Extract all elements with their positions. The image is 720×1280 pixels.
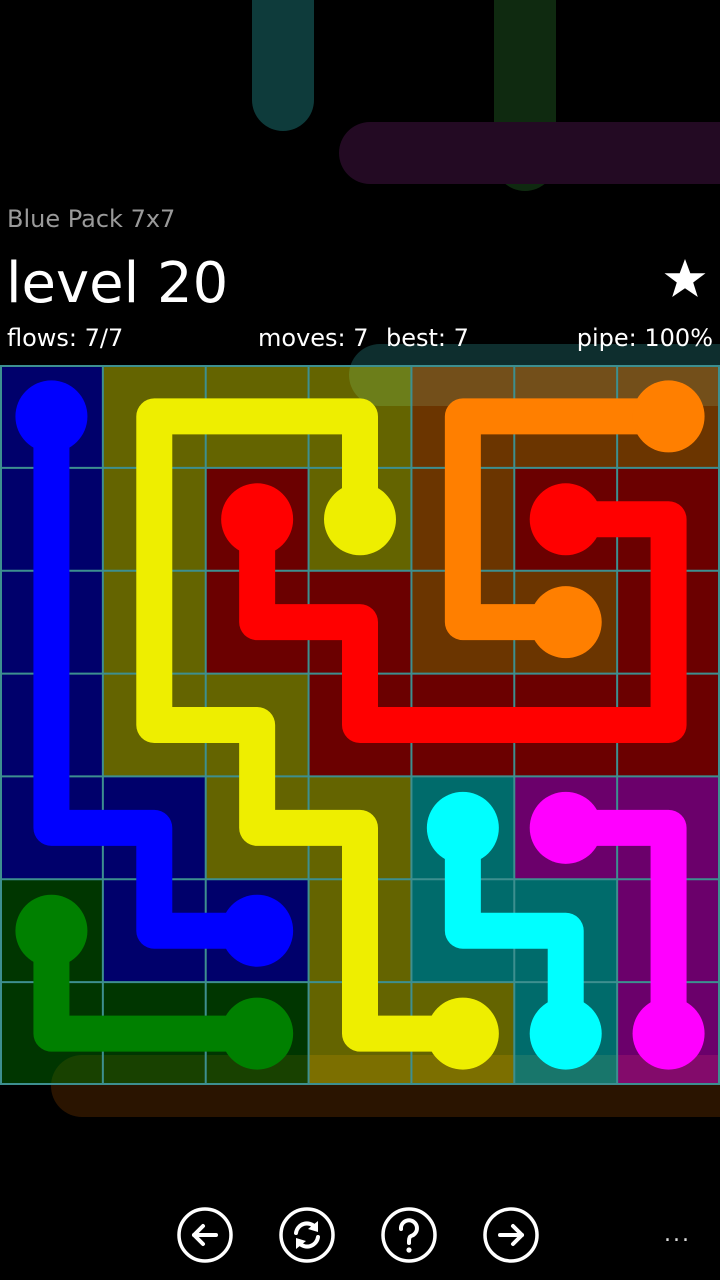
hint-button[interactable] <box>380 1206 438 1264</box>
yellow-dot[interactable] <box>426 997 499 1070</box>
restart-button[interactable] <box>278 1206 336 1264</box>
best-counter: best: 7 <box>386 324 469 352</box>
arrow-left-icon <box>192 1224 218 1246</box>
orange-dot[interactable] <box>529 586 602 659</box>
orange-dot[interactable] <box>632 380 705 453</box>
red-dot[interactable] <box>529 483 602 556</box>
moves-counter: moves: 7 <box>258 324 369 352</box>
cyan-dot[interactable] <box>529 997 602 1070</box>
next-level-button[interactable] <box>482 1206 540 1264</box>
more-options-button[interactable]: ... <box>664 1222 691 1247</box>
red-dot[interactable] <box>221 483 294 556</box>
magenta-dot[interactable] <box>529 791 602 864</box>
refresh-icon <box>294 1221 320 1249</box>
previous-level-button[interactable] <box>176 1206 234 1264</box>
cyan-dot[interactable] <box>426 791 499 864</box>
magenta-dot[interactable] <box>632 997 705 1070</box>
pack-title: Blue Pack 7x7 <box>7 205 176 233</box>
star-icon <box>664 259 706 297</box>
green-dot[interactable] <box>15 894 88 967</box>
yellow-dot[interactable] <box>324 483 396 556</box>
bottom-toolbar <box>0 1206 720 1270</box>
flows-counter: flows: 7/7 <box>7 324 124 352</box>
pipe-percentage: pipe: 100% <box>576 324 713 352</box>
help-icon <box>398 1218 419 1253</box>
green-dot[interactable] <box>221 997 294 1070</box>
game-board[interactable] <box>0 365 720 1085</box>
blue-dot[interactable] <box>15 380 88 453</box>
level-title: level 20 <box>6 251 229 316</box>
arrow-right-icon <box>498 1224 524 1246</box>
blue-dot[interactable] <box>221 894 294 967</box>
